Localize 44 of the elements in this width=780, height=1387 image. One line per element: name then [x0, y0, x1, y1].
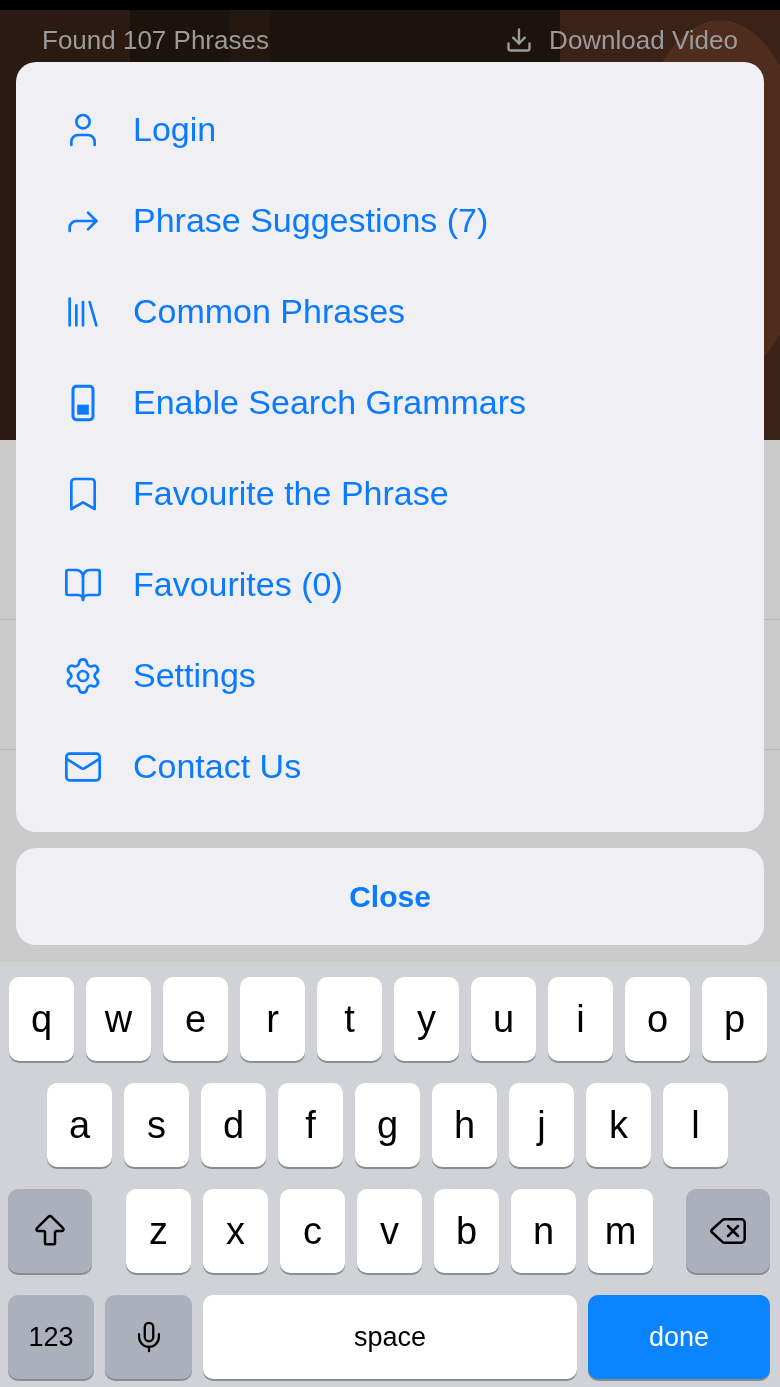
- space-key[interactable]: space: [203, 1295, 577, 1379]
- key[interactable]: m: [588, 1189, 653, 1273]
- key[interactable]: e: [163, 977, 228, 1061]
- key[interactable]: t: [317, 977, 382, 1061]
- key[interactable]: a: [47, 1083, 112, 1167]
- download-video-button[interactable]: Download Video: [505, 24, 738, 56]
- key[interactable]: y: [394, 977, 459, 1061]
- key[interactable]: l: [663, 1083, 728, 1167]
- key[interactable]: d: [201, 1083, 266, 1167]
- menu-item[interactable]: Favourites (0): [16, 539, 764, 630]
- key[interactable]: j: [509, 1083, 574, 1167]
- key[interactable]: q: [9, 977, 74, 1061]
- menu-item[interactable]: Common Phrases: [16, 266, 764, 357]
- numbers-key[interactable]: 123: [8, 1295, 94, 1379]
- key[interactable]: c: [280, 1189, 345, 1273]
- key[interactable]: r: [240, 977, 305, 1061]
- shift-key[interactable]: [8, 1189, 92, 1273]
- close-button[interactable]: Close: [16, 848, 764, 945]
- key[interactable]: k: [586, 1083, 651, 1167]
- key[interactable]: z: [126, 1189, 191, 1273]
- menu-item[interactable]: Phrase Suggestions (7): [16, 175, 764, 266]
- done-key[interactable]: done: [588, 1295, 770, 1379]
- key[interactable]: u: [471, 977, 536, 1061]
- key[interactable]: v: [357, 1189, 422, 1273]
- download-icon: [505, 26, 534, 54]
- menu-item[interactable]: Favourite the Phrase: [16, 448, 764, 539]
- key[interactable]: p: [702, 977, 767, 1061]
- microphone-key[interactable]: [105, 1295, 192, 1379]
- menu-item[interactable]: Settings: [16, 630, 764, 721]
- result-count: Found 107 Phrases: [42, 24, 269, 56]
- key[interactable]: o: [625, 977, 690, 1061]
- backspace-key[interactable]: [686, 1189, 770, 1273]
- key[interactable]: x: [203, 1189, 268, 1273]
- key[interactable]: b: [434, 1189, 499, 1273]
- key[interactable]: f: [278, 1083, 343, 1167]
- key[interactable]: i: [548, 977, 613, 1061]
- key[interactable]: w: [86, 977, 151, 1061]
- menu-item[interactable]: Enable Search Grammars: [16, 357, 764, 448]
- menu-item[interactable]: Login: [16, 84, 764, 175]
- key[interactable]: n: [511, 1189, 576, 1273]
- key[interactable]: g: [355, 1083, 420, 1167]
- key[interactable]: s: [124, 1083, 189, 1167]
- key[interactable]: h: [432, 1083, 497, 1167]
- menu-item[interactable]: Contact Us: [16, 721, 764, 812]
